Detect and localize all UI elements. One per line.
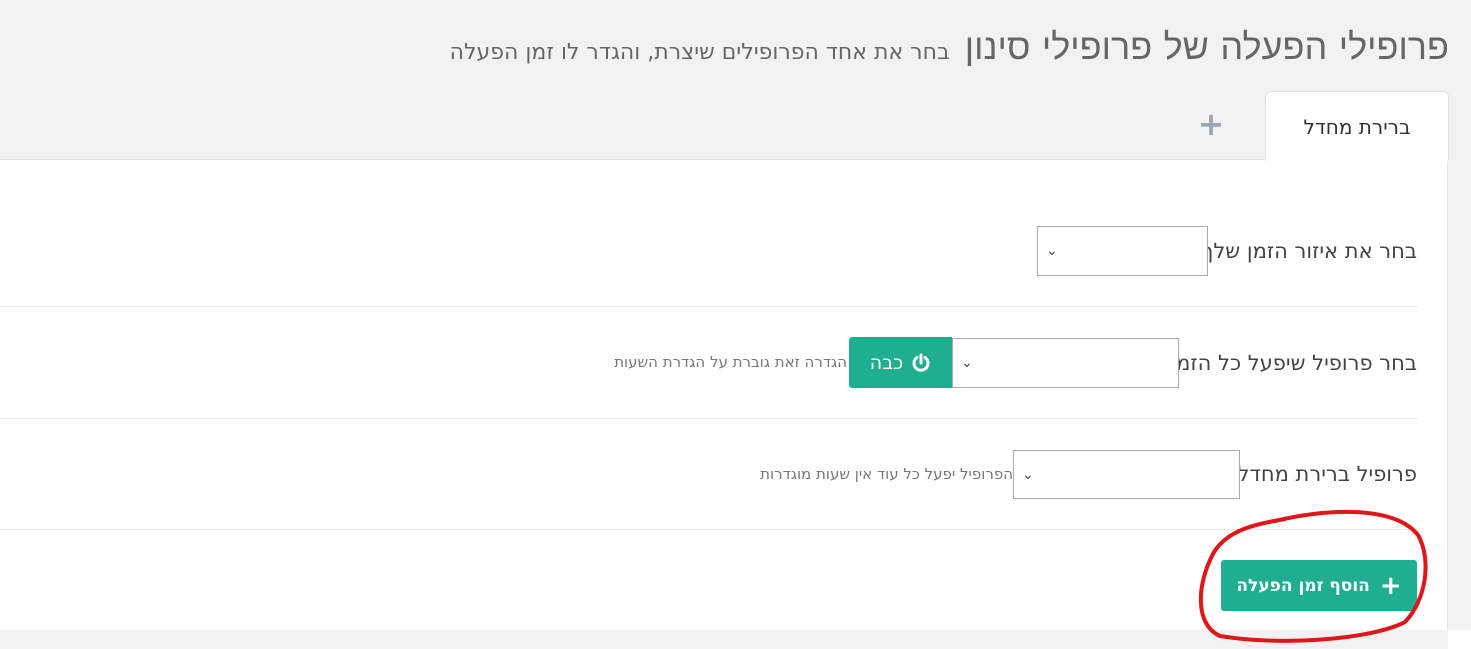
default-profile-select[interactable]: ⌄ [1013,450,1240,499]
plus-icon: + [1197,105,1225,143]
plus-icon: + [1379,570,1402,601]
add-activation-time-label: הוסף זמן הפעלה [1236,575,1370,596]
page-title: פרופילי הפעלה של פרופילי סינון בחר את אח… [450,26,1449,68]
default-profile-hint: הפרופיל יפעל כל עוד אין שעות מוגדרות [760,465,1013,483]
divider [0,306,1418,307]
tab-default[interactable]: ברירת מחדל [1265,91,1449,161]
default-profile-label: פרופיל ברירת מחדל [1237,462,1417,486]
timezone-label: בחר את איזור הזמן שלך [1202,239,1417,263]
divider [0,529,1418,530]
page-subtitle: בחר את אחד הפרופילים שיצרת, והגדר לו זמן… [449,40,950,65]
timezone-select[interactable]: ⌄ [1037,226,1208,276]
header: פרופילי הפעלה של פרופילי סינון בחר את אח… [0,0,1471,161]
page-title-main: פרופילי הפעלה של פרופילי סינון [964,27,1449,68]
chevron-down-icon: ⌄ [961,355,973,371]
divider [0,418,1418,419]
chevron-down-icon: ⌄ [1046,243,1058,259]
power-icon [911,353,931,373]
always-profile-label: בחר פרופיל שיפעל כל הזמן [1170,351,1417,375]
add-tab-button[interactable]: + [1196,105,1226,143]
chevron-down-icon: ⌄ [1022,466,1034,483]
always-profile-hint: הגדרה זאת גוברת על הגדרת השעות [614,353,847,371]
add-activation-time-button[interactable]: + הוסף זמן הפעלה [1221,560,1417,611]
always-profile-select[interactable]: ⌄ [952,338,1179,388]
tab-default-label: ברירת מחדל [1303,114,1411,139]
panel-bottom-strip [1448,630,1471,649]
turn-off-label: כבה [869,351,904,374]
turn-off-button[interactable]: כבה [849,337,952,388]
